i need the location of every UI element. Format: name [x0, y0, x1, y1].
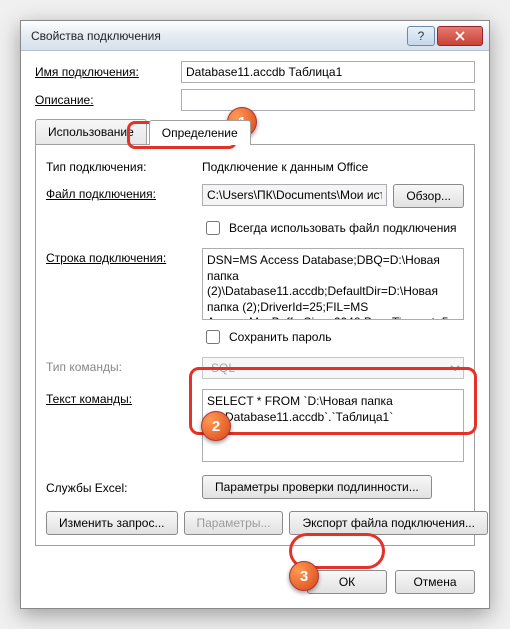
ok-button[interactable]: ОК: [307, 570, 387, 594]
save-password-label: Сохранить пароль: [229, 330, 331, 344]
connection-name-label: Имя подключения:: [35, 65, 175, 79]
conn-string-textarea[interactable]: DSN=MS Access Database;DBQ=D:\Новая папк…: [202, 248, 464, 320]
parameters-button: Параметры...: [184, 511, 284, 535]
connection-properties-dialog: Свойства подключения ? Имя подключения: …: [20, 20, 490, 609]
connection-name-input[interactable]: [181, 61, 475, 83]
save-password-checkbox[interactable]: [206, 330, 220, 344]
auth-params-button[interactable]: Параметры проверки подлинности...: [202, 475, 432, 499]
tab-definition-panel: Тип подключения: Подключение к данным Of…: [35, 145, 475, 546]
dialog-footer: ОК Отмена: [21, 560, 489, 608]
always-use-file-row[interactable]: Всегда использовать файл подключения: [202, 218, 464, 238]
help-button[interactable]: ?: [407, 26, 435, 46]
close-icon: [455, 31, 465, 41]
always-use-file-label: Всегда использовать файл подключения: [229, 221, 457, 235]
tab-definition[interactable]: Определение: [149, 120, 251, 145]
close-button[interactable]: [437, 26, 483, 46]
export-conn-file-button[interactable]: Экспорт файла подключения...: [289, 511, 487, 535]
badge-3: 3: [289, 561, 319, 591]
always-use-file-checkbox[interactable]: [206, 221, 220, 235]
window-title: Свойства подключения: [31, 29, 405, 43]
description-label: Описание:: [35, 93, 175, 107]
conn-string-label: Строка подключения:: [46, 248, 196, 265]
cmd-text-textarea[interactable]: SELECT * FROM `D:\Новая папка (2)\Databa…: [202, 389, 464, 461]
save-password-row[interactable]: Сохранить пароль: [202, 327, 464, 347]
excel-services-label: Службы Excel:: [46, 478, 196, 495]
conn-type-label: Тип подключения:: [46, 157, 196, 174]
conn-type-value: Подключение к данным Office: [202, 157, 464, 174]
browse-button[interactable]: Обзор...: [393, 184, 464, 208]
cancel-button[interactable]: Отмена: [395, 570, 475, 594]
tab-usage[interactable]: Использование: [35, 119, 147, 144]
badge-2: 2: [201, 411, 231, 441]
titlebar: Свойства подключения ?: [21, 21, 489, 51]
conn-file-input[interactable]: [202, 184, 387, 206]
cmd-type-select: SQL: [202, 357, 464, 379]
cmd-type-label: Тип команды:: [46, 357, 196, 374]
conn-file-label: Файл подключения:: [46, 184, 196, 201]
edit-query-button[interactable]: Изменить запрос...: [46, 511, 178, 535]
cmd-text-label: Текст команды:: [46, 389, 196, 406]
description-input[interactable]: [181, 89, 475, 111]
